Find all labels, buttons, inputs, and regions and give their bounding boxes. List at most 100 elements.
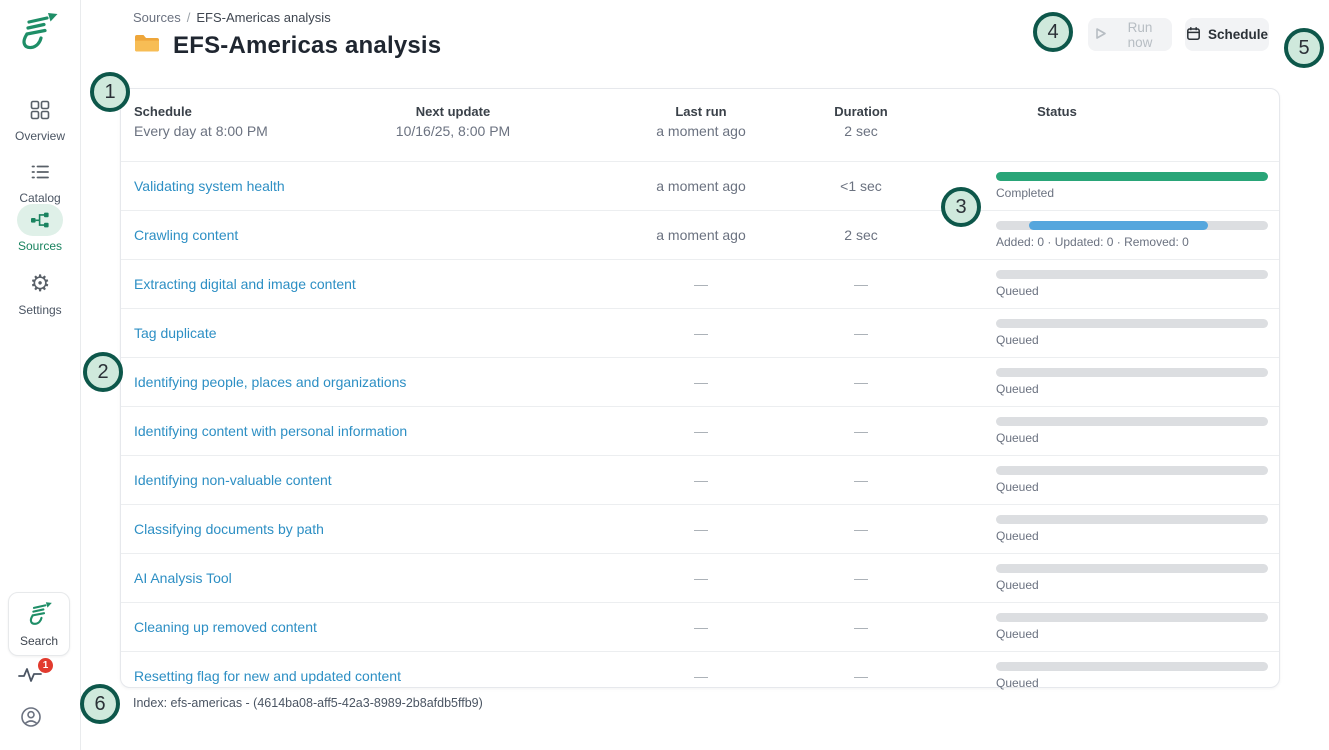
annotation-circle: 1	[90, 72, 130, 112]
task-duration: —	[781, 619, 941, 635]
task-duration: —	[781, 472, 941, 488]
task-duration: 2 sec	[781, 227, 941, 243]
task-name-link[interactable]: Tag duplicate	[134, 325, 217, 341]
notification-badge: 1	[38, 658, 53, 673]
status-progress-bar	[996, 368, 1268, 377]
status-progress-bar	[996, 172, 1268, 181]
schedule-button[interactable]: Schedule	[1185, 18, 1269, 51]
account-button[interactable]	[20, 706, 44, 730]
task-name-link[interactable]: AI Analysis Tool	[134, 570, 232, 586]
brand-logo-icon	[15, 39, 59, 54]
status-progress-bar	[996, 270, 1268, 279]
task-name-link[interactable]: Identifying non-valuable content	[134, 472, 332, 488]
status-progress-bar	[996, 221, 1268, 230]
annotation-circle: 5	[1284, 28, 1324, 68]
search-label: Search	[20, 634, 58, 648]
task-duration: —	[781, 325, 941, 341]
task-duration: —	[781, 668, 941, 684]
pipeline-table-card: Schedule Next update Last run Duration S…	[120, 88, 1280, 688]
task-name-link[interactable]: Crawling content	[134, 227, 238, 243]
sidebar-item-label: Overview	[15, 129, 65, 143]
task-row: Identifying people, places and organizat…	[121, 357, 1279, 406]
sidebar-item-label: Settings	[18, 303, 61, 317]
task-last-run: —	[621, 619, 781, 635]
status-progress-bar	[996, 564, 1268, 573]
task-status: Added: 0 · Updated: 0 · Removed: 0	[996, 221, 1268, 249]
sidebar-item-sources[interactable]: Sources	[0, 204, 80, 253]
task-duration: —	[781, 276, 941, 292]
index-info: Index: efs-americas - (4614ba08-aff5-42a…	[133, 696, 483, 710]
task-name-link[interactable]: Classifying documents by path	[134, 521, 324, 537]
task-row: Tag duplicate — — Queued	[121, 308, 1279, 357]
sidebar-item-overview[interactable]: Overview	[0, 94, 80, 143]
column-header-next-update: Next update	[373, 104, 533, 119]
task-status: Completed	[996, 172, 1268, 200]
task-duration: <1 sec	[781, 178, 941, 194]
task-last-run: —	[621, 570, 781, 586]
run-now-button[interactable]: Run now	[1088, 18, 1172, 51]
task-name-link[interactable]: Validating system health	[134, 178, 285, 194]
task-row: AI Analysis Tool — — Queued	[121, 553, 1279, 602]
task-row: Identifying non-valuable content — — Que…	[121, 455, 1279, 504]
task-name-link[interactable]: Resetting flag for new and updated conte…	[134, 668, 401, 684]
task-row: Classifying documents by path — — Queued	[121, 504, 1279, 553]
task-last-run: —	[621, 521, 781, 537]
task-row: Validating system health a moment ago <1…	[121, 161, 1279, 210]
column-header-last-run: Last run	[621, 104, 781, 119]
task-duration: —	[781, 374, 941, 390]
user-avatar-icon	[20, 715, 42, 732]
task-row: Identifying content with personal inform…	[121, 406, 1279, 455]
sidebar: Overview Catalog	[0, 0, 81, 750]
annotation-circle: 4	[1033, 12, 1073, 52]
column-header-status: Status	[921, 104, 1193, 119]
status-progress-bar	[996, 319, 1268, 328]
status-label: Queued	[996, 529, 1268, 543]
task-row: Extracting digital and image content — —…	[121, 259, 1279, 308]
status-label: Queued	[996, 676, 1268, 690]
status-progress-bar	[996, 613, 1268, 622]
task-name-link[interactable]: Extracting digital and image content	[134, 276, 356, 292]
schedule-value: Every day at 8:00 PM	[134, 123, 268, 139]
status-label: Queued	[996, 333, 1268, 347]
status-label: Completed	[996, 186, 1268, 200]
activity-button[interactable]: 1	[17, 664, 51, 694]
task-status: Queued	[996, 613, 1268, 641]
task-duration: —	[781, 423, 941, 439]
annotation-circle: 6	[80, 684, 120, 724]
task-row: Crawling content a moment ago 2 sec Adde…	[121, 210, 1279, 259]
task-last-run: —	[621, 325, 781, 341]
schedule-label: Schedule	[1208, 27, 1268, 42]
task-status: Queued	[996, 319, 1268, 347]
sidebar-item-settings[interactable]: ⚙ Settings	[0, 268, 80, 317]
network-icon	[17, 204, 63, 236]
table-header: Schedule Next update Last run Duration S…	[121, 89, 1279, 161]
status-label: Queued	[996, 284, 1268, 298]
status-label: Queued	[996, 578, 1268, 592]
task-duration: —	[781, 521, 941, 537]
page-title-row: EFS-Americas analysis	[133, 32, 441, 60]
last-run-value: a moment ago	[621, 123, 781, 139]
task-name-link[interactable]: Identifying content with personal inform…	[134, 423, 407, 439]
list-icon	[17, 156, 63, 188]
task-status: Queued	[996, 564, 1268, 592]
task-row: Cleaning up removed content — — Queued	[121, 602, 1279, 651]
breadcrumb-separator: /	[187, 10, 191, 25]
task-last-run: —	[621, 472, 781, 488]
status-label: Queued	[996, 480, 1268, 494]
grid-icon	[17, 94, 63, 126]
run-now-label: Run now	[1114, 20, 1166, 50]
status-progress-bar	[996, 662, 1268, 671]
sidebar-search-button[interactable]: Search	[8, 592, 70, 656]
status-label: Queued	[996, 627, 1268, 641]
task-name-link[interactable]: Cleaning up removed content	[134, 619, 317, 635]
column-header-duration: Duration	[781, 104, 941, 119]
folder-icon	[133, 32, 161, 60]
task-name-link[interactable]: Identifying people, places and organizat…	[134, 374, 406, 390]
breadcrumb-sources-link[interactable]: Sources	[133, 10, 181, 25]
app-logo[interactable]	[14, 11, 60, 53]
sidebar-item-catalog[interactable]: Catalog	[0, 156, 80, 205]
task-last-run: —	[621, 668, 781, 684]
sidebar-item-label: Sources	[18, 239, 62, 253]
task-row: Resetting flag for new and updated conte…	[121, 651, 1279, 700]
pulse-icon	[17, 673, 43, 690]
